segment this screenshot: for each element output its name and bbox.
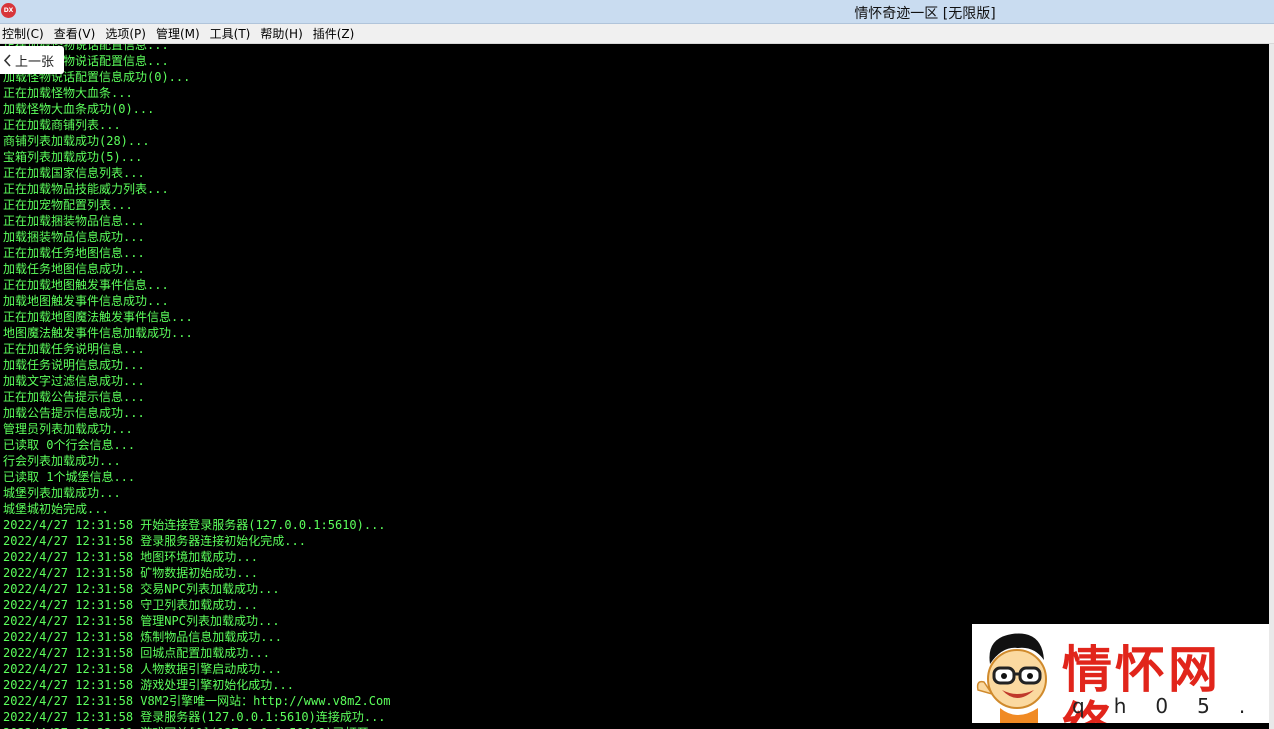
log-line: 加载文字过滤信息成功... (3, 374, 145, 388)
window-title: 情怀奇迹一区 [无限版] (854, 6, 996, 22)
log-line: 正在加载物品技能威力列表... (3, 182, 169, 196)
log-line: 商铺列表加载成功(28)... (3, 134, 150, 148)
log-line: 正在加载捆装物品信息... (3, 214, 145, 228)
menu-help[interactable]: 帮助(H) (257, 25, 309, 42)
log-line: 地图魔法触发事件信息加载成功... (3, 326, 193, 340)
log-line: 加载任务说明信息成功... (3, 358, 145, 372)
log-line: 2022/4/27 12:31:58 炼制物品信息加载成功... (3, 630, 282, 644)
mascot-icon (976, 633, 1047, 723)
log-line: 2022/4/27 12:31:58 游戏处理引擎初始化成功... (3, 678, 294, 692)
log-line: 2022/4/27 12:31:58 管理NPC列表加载成功... (3, 614, 280, 628)
prev-image-button[interactable]: 上一张 (0, 46, 64, 74)
prev-image-label: 上一张 (15, 54, 55, 70)
log-line: 加载任务地图信息成功... (3, 262, 145, 276)
menu-bar: 控制(C) 查看(V) 选项(P) 管理(M) 工具(T) 帮助(H) 插件(Z… (0, 24, 1274, 44)
menu-view[interactable]: 查看(V) (51, 25, 103, 42)
log-line: 2022/4/27 12:31:58 交易NPC列表加载成功... (3, 582, 280, 596)
log-line: 已读取 0个行会信息... (3, 438, 136, 452)
log-line: 已读取 1个城堡信息... (3, 470, 136, 484)
title-bar: DX 情怀奇迹一区 [无限版] (0, 0, 1274, 24)
log-line: 2022/4/27 12:31:58 回城点配置加载成功... (3, 646, 270, 660)
log-line: 2022/4/27 12:31:58 登录服务器连接初始化完成... (3, 534, 306, 548)
menu-manage[interactable]: 管理(M) (153, 25, 207, 42)
log-line: 正在加载地图魔法触发事件信息... (3, 310, 193, 324)
log-lines: 正在加载怪物说话配置信息... 正在加载怪物说话配置信息... 加载怪物说话配置信息… (3, 44, 390, 729)
log-line: 宝箱列表加载成功(5)... (3, 150, 143, 164)
log-line: 加载捆装物品信息成功... (3, 230, 145, 244)
log-line: 正在加载怪物大血条... (3, 86, 133, 100)
menu-tools[interactable]: 工具(T) (207, 25, 258, 42)
watermark-domain: qh05.cn (1072, 694, 1269, 718)
log-line: 正在加宠物配置列表... (3, 198, 133, 212)
chevron-left-icon (3, 53, 11, 67)
log-line: 2022/4/27 12:31:58 V8M2引擎唯一网站：http://www… (3, 694, 391, 708)
log-line: 加载地图触发事件信息成功... (3, 294, 169, 308)
log-line: 2022/4/27 12:31:58 矿物数据初始成功... (3, 566, 258, 580)
log-line: 2022/4/27 12:31:58 守卫列表加载成功... (3, 598, 258, 612)
log-line: 加载公告提示信息成功... (3, 406, 145, 420)
log-line: 2022/4/27 12:31:58 人物数据引擎启动成功... (3, 662, 282, 676)
log-line: 城堡列表加载成功... (3, 486, 121, 500)
log-line: 正在加载任务地图信息... (3, 246, 145, 260)
log-line: 正在加载国家信息列表... (3, 166, 145, 180)
log-line: 正在加载公告提示信息... (3, 390, 145, 404)
log-line: 2022/4/27 12:31:58 登录服务器(127.0.0.1:5610)… (3, 710, 386, 724)
log-line: 正在加载商铺列表... (3, 118, 121, 132)
log-line: 2022/4/27 12:31:58 开始连接登录服务器(127.0.0.1:5… (3, 518, 386, 532)
watermark-logo: 情怀网络 qh05.cn (972, 624, 1269, 723)
menu-options[interactable]: 选项(P) (102, 25, 153, 42)
vertical-scrollbar[interactable] (1269, 44, 1274, 729)
log-line: 加载怪物大血条成功(0)... (3, 102, 155, 116)
log-line: 2022/4/27 12:31:58 地图环境加载成功... (3, 550, 258, 564)
log-line: 管理员列表加载成功... (3, 422, 133, 436)
log-line: 正在加载地图触发事件信息... (3, 278, 169, 292)
log-line: 2022/4/27 12:32:01 游戏网关[0](127.0.0.1:500… (3, 725, 390, 729)
menu-control[interactable]: 控制(C) (0, 25, 51, 42)
log-line: 城堡城初始完成... (3, 502, 109, 516)
log-line: 行会列表加载成功... (3, 454, 121, 468)
log-line: 正在加载任务说明信息... (3, 342, 145, 356)
menu-plugins[interactable]: 插件(Z) (310, 25, 362, 42)
